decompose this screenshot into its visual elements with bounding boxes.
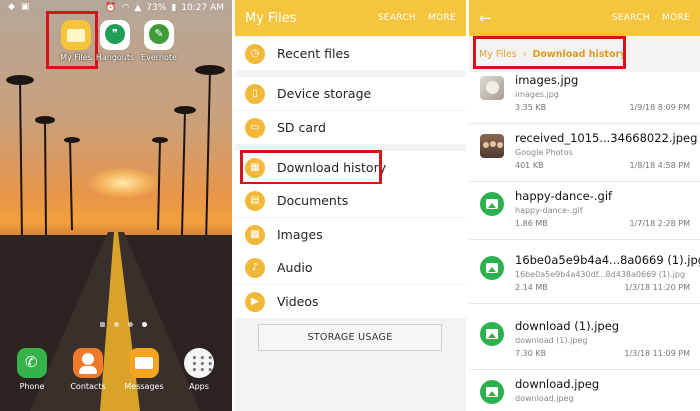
my-files-screen: My Files SEARCH MORE ◷ Recent files ▯ De… [235, 0, 466, 411]
dock-phone[interactable]: ✆ Phone [4, 348, 60, 391]
download-history-screen: ← SEARCH MORE My Files › Download histor… [469, 0, 700, 411]
menu-item-images[interactable]: ▩ Images [235, 218, 466, 251]
file-source: images.jpg [515, 90, 560, 99]
file-source: happy-dance-.gif [515, 206, 583, 215]
file-name: happy-dance-.gif [515, 189, 613, 203]
image-notification-icon: ▣ [20, 2, 30, 12]
file-size: 1.86 MB [515, 219, 548, 228]
list-item[interactable]: received_1015...34668022.jpeg Google Pho… [469, 124, 700, 182]
menu-item-label: Device storage [277, 86, 372, 101]
dog-photo-thumbnail [480, 76, 504, 100]
highlight-box [473, 36, 626, 69]
sd-card-icon: ▭ [245, 117, 265, 138]
battery-icon: ▮ [171, 3, 177, 13]
app-bar: My Files SEARCH MORE [235, 0, 466, 36]
menu-item-documents[interactable]: ▤ Documents [235, 184, 466, 217]
file-source: Google Photos [515, 148, 573, 157]
group-photo-thumbnail [480, 134, 504, 158]
contacts-icon [73, 348, 103, 378]
file-name: 16be0a5e9b4a4...8a0669 (1).jpg [515, 253, 700, 267]
app-bar: ← SEARCH MORE [469, 0, 700, 36]
alarm-icon: ⏰ [105, 3, 117, 13]
list-item[interactable]: download (1).jpeg download (1).jpeg 7.30… [469, 312, 700, 370]
file-size: 3.35 KB [515, 103, 547, 112]
image-icon: ▩ [245, 224, 265, 245]
clock-icon: ◷ [245, 43, 265, 64]
messages-icon [129, 348, 159, 378]
dock-label: Apps [189, 382, 209, 391]
file-size: 2.14 MB [515, 283, 548, 292]
battery-percent: 73% [146, 3, 167, 13]
dock-apps[interactable]: ∙∙∙ ∙∙∙ ∙∙∙ Apps [171, 348, 227, 391]
page-indicator[interactable] [100, 322, 147, 327]
file-date: 1/8/18 4:58 PM [629, 161, 690, 170]
dock-messages[interactable]: Messages [116, 348, 172, 391]
list-item[interactable]: 16be0a5e9b4a4...8a0669 (1).jpg 16be0a5e9… [469, 246, 700, 304]
music-note-icon: ♪ [245, 257, 265, 278]
document-icon: ▤ [245, 190, 265, 211]
page-dot [128, 322, 133, 327]
wifi-icon: ◠ [121, 3, 130, 13]
file-name: received_1015...34668022.jpeg [515, 131, 698, 145]
file-name: images.jpg [515, 73, 579, 87]
app-evernote[interactable]: ✎ Evernote [133, 20, 185, 62]
more-button[interactable]: MORE [662, 13, 690, 23]
search-button[interactable]: SEARCH [378, 13, 416, 23]
dock-label: Phone [19, 382, 45, 391]
file-date: 1/9/18 8:09 PM [629, 103, 690, 112]
file-size: 7.30 KB [515, 349, 547, 358]
menu-item-videos[interactable]: ▶ Videos [235, 285, 466, 318]
file-date: 1/7/18 2:28 PM [629, 219, 690, 228]
file-source: download.jpeg [515, 394, 574, 403]
file-date: 1/3/18 11:09 PM [624, 349, 690, 358]
image-file-icon [480, 256, 504, 280]
menu-item-label: Audio [277, 260, 313, 275]
status-bar: ◆ ▣ ⏰ ◠ ▲ 73% ▮ 10:27 AM [0, 0, 232, 16]
menu-item-device-storage[interactable]: ▯ Device storage [235, 77, 466, 110]
page-title: My Files [245, 10, 297, 26]
list-item[interactable]: happy-dance-.gif happy-dance-.gif 1.86 M… [469, 182, 700, 240]
clock-time: 10:27 AM [181, 3, 224, 13]
apps-grid-icon: ∙∙∙ ∙∙∙ ∙∙∙ [184, 348, 214, 378]
page-dot [114, 322, 119, 327]
page-dot-current [142, 322, 147, 327]
menu-item-label: SD card [277, 120, 326, 135]
image-file-icon [480, 380, 504, 404]
highlight-box [240, 150, 382, 185]
file-source: download (1).jpeg [515, 336, 588, 345]
menu-item-label: Videos [277, 294, 319, 309]
dock-label: Contacts [70, 382, 106, 391]
list-item[interactable]: images.jpg images.jpg 3.35 KB 1/9/18 8:0… [469, 66, 700, 124]
home-page-dot [100, 322, 105, 327]
menu-item-sd-card[interactable]: ▭ SD card [235, 111, 466, 144]
menu-item-recent-files[interactable]: ◷ Recent files [235, 37, 466, 70]
image-file-icon [480, 192, 504, 216]
file-name: download.jpeg [515, 377, 600, 391]
menu-item-label: Images [277, 227, 323, 242]
list-item[interactable]: download.jpeg download.jpeg [469, 370, 700, 411]
home-screen: ◆ ▣ ⏰ ◠ ▲ 73% ▮ 10:27 AM My Files ❞ Hang… [0, 0, 232, 411]
file-source: 16be0a5e9b4a430df...8d438a0669 (1).jpg [515, 270, 686, 279]
phone-icon: ✆ [17, 348, 47, 378]
image-file-icon [480, 322, 504, 346]
back-arrow-icon[interactable]: ← [479, 9, 600, 27]
signal-icon: ▲ [134, 3, 142, 13]
app-label: Evernote [141, 53, 177, 62]
phone-storage-icon: ▯ [245, 83, 265, 104]
evernote-icon: ✎ [144, 20, 174, 50]
video-icon: ▶ [245, 291, 265, 312]
file-name: download (1).jpeg [515, 319, 620, 333]
hangouts-icon: ❞ [100, 20, 130, 50]
menu-item-audio[interactable]: ♪ Audio [235, 251, 466, 284]
storage-usage-button[interactable]: STORAGE USAGE [258, 324, 442, 351]
menu-item-label: Documents [277, 193, 349, 208]
search-button[interactable]: SEARCH [612, 13, 650, 23]
notification-icon: ◆ [8, 2, 15, 12]
dock-contacts[interactable]: Contacts [60, 348, 116, 391]
file-size: 401 KB [515, 161, 544, 170]
file-date: 1/3/18 11:20 PM [624, 283, 690, 292]
menu-item-label: Recent files [277, 46, 350, 61]
more-button[interactable]: MORE [428, 13, 456, 23]
dock-label: Messages [124, 382, 164, 391]
